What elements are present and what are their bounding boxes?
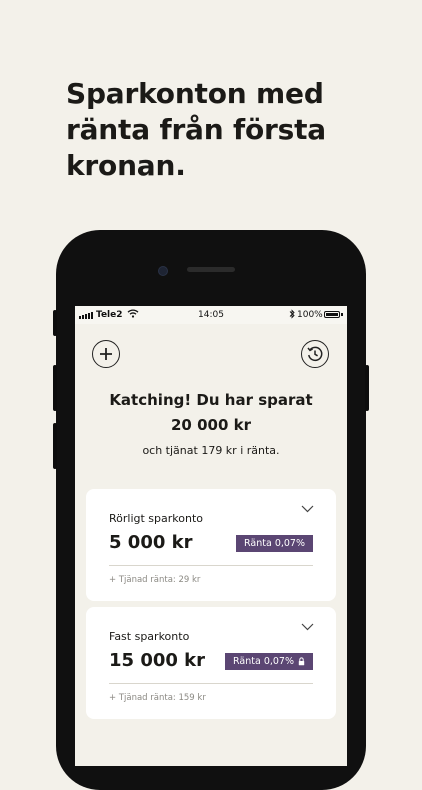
status-bar: Tele2 14:05 100% bbox=[75, 306, 347, 324]
card-divider bbox=[109, 565, 313, 566]
phone-speaker bbox=[187, 267, 235, 272]
account-name: Fast sparkonto bbox=[109, 630, 190, 643]
account-card-rorligt[interactable]: Rörligt sparkonto 5 000 kr Ränta 0,07% +… bbox=[86, 489, 336, 601]
plus-icon bbox=[100, 348, 112, 360]
marketing-headline: Sparkonton med ränta från första kronan. bbox=[66, 77, 327, 182]
phone-side-button-power bbox=[365, 365, 369, 411]
history-clock-icon bbox=[307, 346, 323, 362]
account-card-fast[interactable]: Fast sparkonto 15 000 kr Ränta 0,07% + T… bbox=[86, 607, 336, 719]
total-savings-amount: 20 000 kr bbox=[170, 416, 251, 434]
phone-side-button-volume-up bbox=[53, 365, 57, 411]
phone-camera bbox=[158, 266, 168, 276]
battery-percentage: 100% bbox=[297, 310, 323, 320]
total-interest-text: och tjänat 179 kr i ränta. bbox=[142, 444, 280, 457]
history-button[interactable] bbox=[301, 340, 329, 368]
interest-rate-badge: Ränta 0,07% bbox=[225, 653, 313, 670]
battery-icon bbox=[324, 311, 340, 318]
earned-interest: + Tjänad ränta: 159 kr bbox=[109, 693, 206, 703]
add-account-button[interactable] bbox=[92, 340, 120, 368]
chevron-down-icon[interactable] bbox=[301, 623, 314, 631]
phone-side-button-silent bbox=[53, 310, 57, 336]
interest-rate-label: Ränta 0,07% bbox=[233, 656, 294, 667]
lock-icon bbox=[298, 657, 305, 666]
account-balance: 5 000 kr bbox=[109, 532, 193, 553]
savings-summary-title: Katching! Du har sparat bbox=[109, 391, 313, 409]
card-divider bbox=[109, 683, 313, 684]
phone-side-button-volume-down bbox=[53, 423, 57, 469]
bluetooth-icon bbox=[289, 309, 295, 319]
earned-interest: + Tjänad ränta: 29 kr bbox=[109, 575, 201, 585]
account-name: Rörligt sparkonto bbox=[109, 512, 204, 525]
interest-rate-badge: Ränta 0,07% bbox=[236, 535, 313, 552]
account-balance: 15 000 kr bbox=[109, 650, 206, 671]
chevron-down-icon[interactable] bbox=[301, 505, 314, 513]
interest-rate-label: Ränta 0,07% bbox=[244, 538, 305, 549]
battery-tip bbox=[341, 313, 343, 316]
app-screen: Tele2 14:05 100% Katching! Du har sparat… bbox=[75, 306, 347, 766]
